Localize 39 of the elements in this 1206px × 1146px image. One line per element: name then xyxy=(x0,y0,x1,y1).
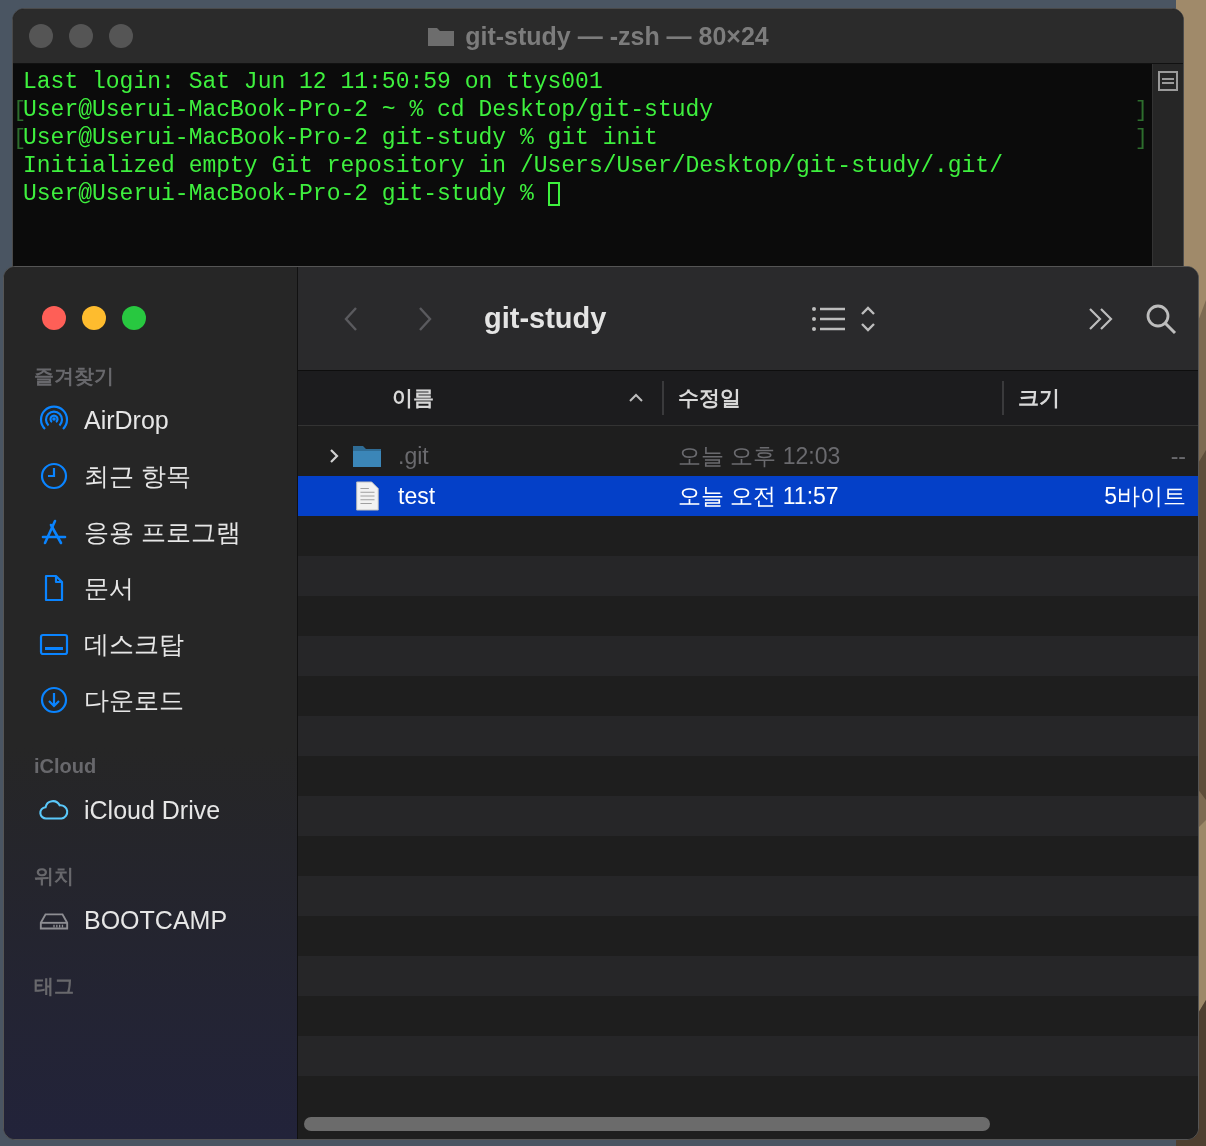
column-header[interactable]: 크기 xyxy=(1002,381,1198,415)
sidebar-item[interactable]: 다운로드 xyxy=(4,672,297,728)
scrollbar-thumb[interactable] xyxy=(304,1117,990,1131)
search-icon[interactable] xyxy=(1145,302,1177,335)
close-button[interactable] xyxy=(42,306,66,330)
sidebar-item[interactable]: AirDrop xyxy=(4,392,297,448)
sidebar-item[interactable]: 최근 항목 xyxy=(4,448,297,504)
minimize-button[interactable] xyxy=(82,306,106,330)
line-mark: ] xyxy=(1134,97,1148,123)
column-header[interactable]: 이름 xyxy=(298,371,662,425)
section-heading: 태그 xyxy=(33,974,74,999)
split-pane-icon[interactable] xyxy=(1157,70,1179,92)
terminal-line: Initialized empty Git repository in /Users/User/Desktop/git-study/.git/ xyxy=(23,153,1003,179)
zoom-button[interactable] xyxy=(122,306,146,330)
file-size: 5바이트 xyxy=(1104,481,1186,511)
window-title: git-study xyxy=(484,302,607,335)
column-header[interactable]: 수정일 xyxy=(662,381,1002,415)
file-name: .git xyxy=(398,442,429,470)
file-size: -- xyxy=(1170,442,1186,470)
section-heading: 즐겨찾기 xyxy=(33,364,114,389)
sidebar-item[interactable]: BOOTCAMP xyxy=(4,892,297,948)
sidebar-item[interactable]: 응용 프로그램 xyxy=(4,504,297,560)
file-row[interactable]: test 오늘 오전 11:57 5바이트 xyxy=(298,476,1198,516)
file-name: test xyxy=(398,482,436,510)
terminal-line: User@Userui-MacBook-Pro-2 git-study % xyxy=(23,181,535,207)
sidebar-item[interactable]: 문서 xyxy=(4,560,297,616)
line-mark: ] xyxy=(1134,125,1148,151)
section-heading: 위치 xyxy=(33,864,74,889)
folder-icon xyxy=(427,25,456,47)
section-heading: iCloud xyxy=(33,754,97,779)
download-icon xyxy=(38,685,70,715)
terminal-line: Last login: Sat Jun 12 11:50:59 on ttys001 xyxy=(23,69,603,95)
modified-date: 오늘 오전 11:57 xyxy=(678,481,839,511)
disclosure-icon[interactable] xyxy=(328,447,340,465)
sidebar-item[interactable]: iCloud Drive xyxy=(4,782,297,838)
window-title: git-study — -zsh — 80×24 xyxy=(465,21,769,51)
sidebar-item[interactable]: 데스크탑 xyxy=(4,616,297,672)
clock-icon xyxy=(38,461,70,491)
modified-date: 오늘 오후 12:03 xyxy=(678,441,841,471)
